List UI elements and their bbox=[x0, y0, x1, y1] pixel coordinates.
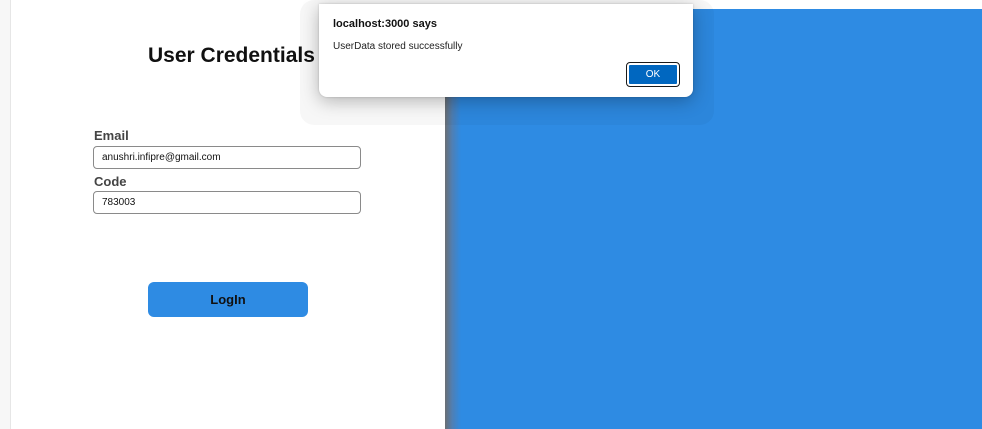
code-field[interactable] bbox=[93, 191, 361, 214]
email-field[interactable] bbox=[93, 146, 361, 169]
email-label: Email bbox=[94, 128, 129, 143]
code-label: Code bbox=[94, 174, 127, 189]
dialog-title: localhost:3000 says bbox=[333, 18, 437, 30]
left-edge bbox=[0, 0, 11, 429]
alert-dialog: localhost:3000 says UserData stored succ… bbox=[319, 4, 693, 97]
page-title: User Credentials bbox=[148, 44, 315, 67]
dialog-message: UserData stored successfully bbox=[333, 41, 463, 52]
app-page: User Credentials Email Code LogIn localh… bbox=[0, 0, 982, 429]
login-button[interactable]: LogIn bbox=[148, 282, 308, 317]
ok-button[interactable]: OK bbox=[626, 62, 680, 87]
